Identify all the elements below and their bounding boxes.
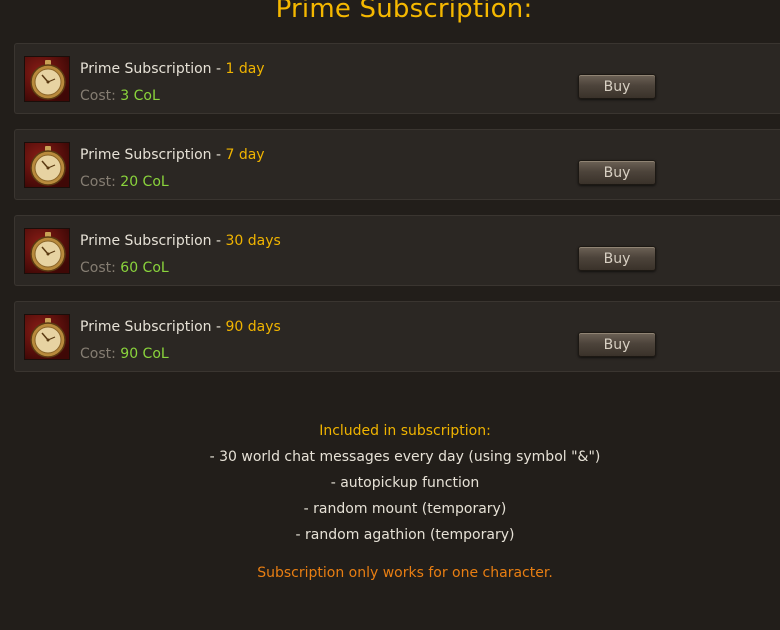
buy-button[interactable]: Buy bbox=[578, 332, 656, 357]
item-name-text: Prime Subscription - bbox=[80, 233, 226, 249]
item-name-text: Prime Subscription - bbox=[80, 319, 226, 335]
subscription-item: Prime Subscription - 30 days Cost: 60 Co… bbox=[14, 215, 780, 286]
info-note: Subscription only works for one characte… bbox=[257, 565, 553, 581]
item-cost: Cost: 20 CoL bbox=[80, 174, 169, 190]
buy-button[interactable]: Buy bbox=[578, 160, 656, 185]
subscription-item: Prime Subscription - 1 day Cost: 3 CoL B… bbox=[14, 43, 780, 114]
subscription-info: Included in subscription: - 30 world cha… bbox=[0, 421, 780, 583]
item-cost: Cost: 3 CoL bbox=[80, 88, 160, 104]
page-title: Prime Subscription: bbox=[275, 0, 533, 24]
cost-value: 90 CoL bbox=[120, 346, 169, 362]
pocket-watch-icon bbox=[24, 228, 70, 274]
pocket-watch-icon bbox=[24, 142, 70, 188]
cost-label: Cost: bbox=[80, 88, 121, 104]
feature-item: - autopickup function bbox=[330, 475, 480, 491]
info-heading: Included in subscription: bbox=[319, 423, 491, 439]
item-duration: 1 day bbox=[225, 61, 265, 77]
pocket-watch-icon bbox=[24, 314, 70, 360]
feature-item: - random mount (temporary) bbox=[303, 501, 507, 517]
item-duration: 90 days bbox=[225, 319, 281, 335]
pocket-watch-icon bbox=[24, 56, 70, 102]
buy-button[interactable]: Buy bbox=[578, 246, 656, 271]
subscription-item: Prime Subscription - 90 days Cost: 90 Co… bbox=[14, 301, 780, 372]
cost-value: 3 CoL bbox=[120, 88, 160, 104]
cost-value: 20 CoL bbox=[120, 174, 169, 190]
item-duration: 30 days bbox=[225, 233, 281, 249]
buy-button[interactable]: Buy bbox=[578, 74, 656, 99]
subscription-list: Prime Subscription - 1 day Cost: 3 CoL B… bbox=[14, 43, 780, 387]
cost-label: Cost: bbox=[80, 260, 121, 276]
cost-label: Cost: bbox=[80, 346, 121, 362]
item-title: Prime Subscription - 30 days bbox=[80, 233, 281, 249]
item-name-text: Prime Subscription - bbox=[80, 147, 226, 163]
feature-item: - random agathion (temporary) bbox=[295, 527, 515, 543]
cost-value: 60 CoL bbox=[120, 260, 169, 276]
item-title: Prime Subscription - 7 day bbox=[80, 147, 265, 163]
feature-item: - 30 world chat messages every day (usin… bbox=[209, 449, 601, 465]
cost-label: Cost: bbox=[80, 174, 121, 190]
item-cost: Cost: 60 CoL bbox=[80, 260, 169, 276]
item-title: Prime Subscription - 90 days bbox=[80, 319, 281, 335]
item-duration: 7 day bbox=[225, 147, 265, 163]
item-title: Prime Subscription - 1 day bbox=[80, 61, 265, 77]
item-cost: Cost: 90 CoL bbox=[80, 346, 169, 362]
subscription-item: Prime Subscription - 7 day Cost: 20 CoL … bbox=[14, 129, 780, 200]
item-name-text: Prime Subscription - bbox=[80, 61, 226, 77]
